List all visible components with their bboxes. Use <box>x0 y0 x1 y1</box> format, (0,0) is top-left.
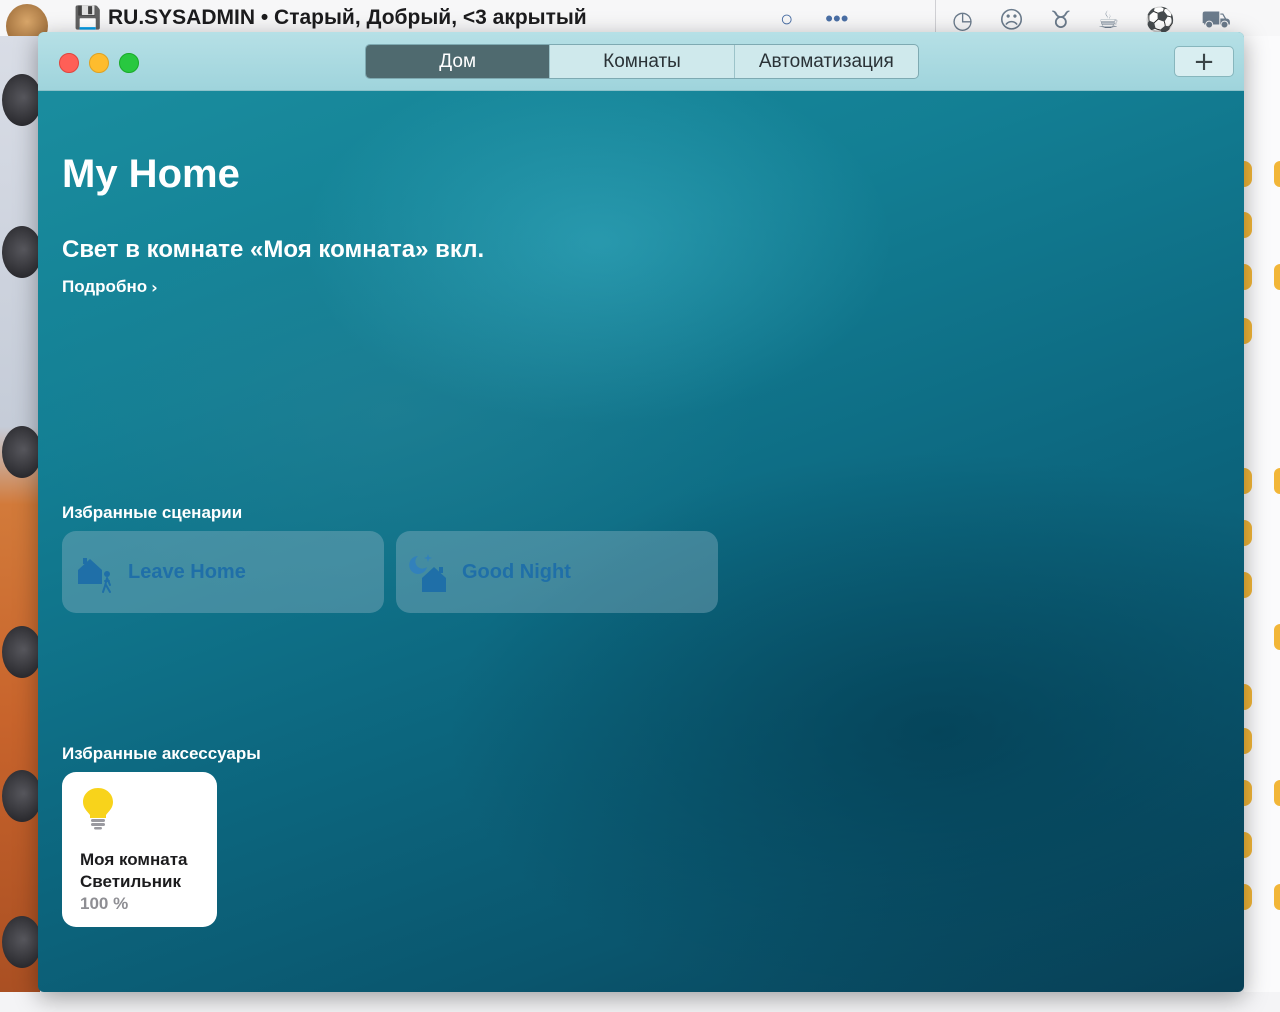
details-link-label: Подробно <box>62 277 148 296</box>
background-bottom-bar <box>0 992 1280 1012</box>
emoji-item[interactable] <box>1274 161 1280 187</box>
emoji-item[interactable] <box>1244 264 1252 290</box>
emoji-item[interactable] <box>1274 264 1280 290</box>
home-status-summary: Свет в комнате «Моя комната» вкл. <box>62 236 485 263</box>
emoji-item[interactable] <box>1244 884 1252 910</box>
chat-list-avatar[interactable] <box>2 626 42 678</box>
emoji-item[interactable] <box>1244 684 1252 710</box>
emoji-item[interactable] <box>1244 161 1252 187</box>
accessory-name: Светильник <box>80 872 181 891</box>
header-divider <box>935 0 936 36</box>
chat-list-avatar[interactable] <box>2 770 42 822</box>
scene-tile-good-night[interactable]: Good Night <box>396 531 718 613</box>
title-bar[interactable]: Дом Комнаты Автоматизация + <box>38 32 1244 91</box>
search-icon[interactable]: ○ <box>780 6 793 32</box>
emoji-item[interactable] <box>1244 780 1252 806</box>
emoji-item[interactable] <box>1274 780 1280 806</box>
minimize-window-button[interactable] <box>89 53 109 73</box>
emoji-item[interactable] <box>1244 832 1252 858</box>
scene-label: Good Night <box>462 560 571 583</box>
emoji-item[interactable] <box>1244 468 1252 494</box>
accessory-room: Моя комната <box>80 850 188 869</box>
zoom-window-button[interactable] <box>119 53 139 73</box>
favorite-scenes-heading: Избранные сценарии <box>62 503 243 522</box>
emoji-item[interactable] <box>1244 572 1252 598</box>
scene-label: Leave Home <box>128 560 246 583</box>
page-title: My Home <box>62 152 240 196</box>
chat-list-avatar[interactable] <box>2 916 42 968</box>
tab-home[interactable]: Дом <box>366 45 550 78</box>
close-window-button[interactable] <box>59 53 79 73</box>
add-button[interactable]: + <box>1174 46 1234 77</box>
emoji-item[interactable] <box>1274 468 1280 494</box>
accessory-brightness: 100 % <box>80 894 129 913</box>
background-chat-header: 💾 RU.SYSADMIN • Старый, Добрый, <3 акрыт… <box>0 0 1280 48</box>
chevron-right-icon: › <box>151 277 158 297</box>
chat-title: RU.SYSADMIN • Старый, Добрый, <3 акрытый <box>108 6 587 29</box>
emoji-panel-strip <box>1244 36 1280 1012</box>
favorite-accessories-heading: Избранные аксессуары <box>62 744 261 763</box>
emoji-item[interactable] <box>1244 728 1252 754</box>
accessory-tile-lamp[interactable]: Моя комната Светильник 100 % <box>62 772 217 927</box>
home-app-window: Дом Комнаты Автоматизация + My Home Свет… <box>38 32 1244 992</box>
scene-tile-leave-home[interactable]: Leave Home <box>62 531 384 613</box>
leave-home-icon <box>78 558 111 593</box>
more-icon[interactable]: ••• <box>825 6 848 32</box>
details-link[interactable]: Подробно › <box>62 277 158 297</box>
floppy-disk-icon: 💾 <box>74 6 102 31</box>
chat-list-avatar[interactable] <box>2 226 42 278</box>
emoji-item[interactable] <box>1244 520 1252 546</box>
lightbulb-icon <box>83 788 113 830</box>
emoji-item[interactable] <box>1274 884 1280 910</box>
good-night-icon <box>409 554 446 592</box>
chat-list-avatar[interactable] <box>2 74 42 126</box>
tab-automation[interactable]: Автоматизация <box>733 45 918 78</box>
main-tabs: Дом Комнаты Автоматизация <box>365 44 919 79</box>
emoji-item[interactable] <box>1244 318 1252 344</box>
tab-rooms[interactable]: Комнаты <box>549 45 733 78</box>
chat-list-avatar[interactable] <box>2 426 42 478</box>
emoji-item[interactable] <box>1244 212 1252 238</box>
emoji-item[interactable] <box>1274 624 1280 650</box>
chat-list-strip <box>0 36 42 1012</box>
